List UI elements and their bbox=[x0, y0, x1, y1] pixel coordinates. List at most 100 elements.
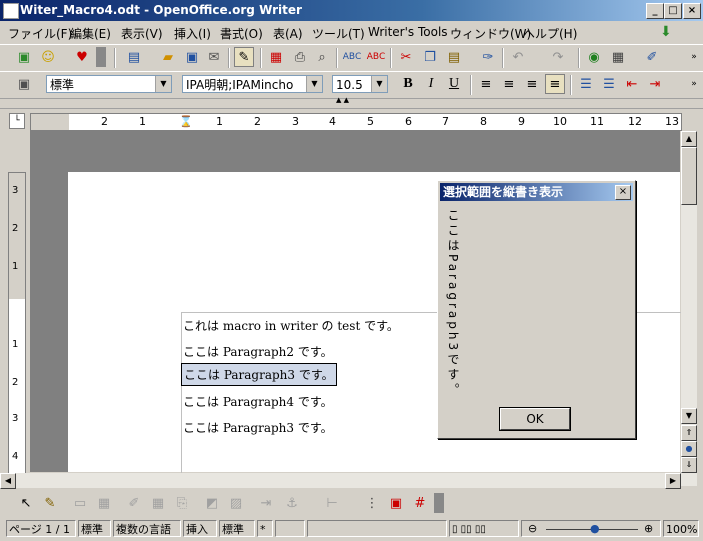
grid-icon[interactable]: ⋮ bbox=[362, 493, 382, 513]
menu-view[interactable]: 表示(V) bbox=[121, 25, 163, 42]
underline-button[interactable]: U bbox=[444, 74, 464, 94]
guides-icon[interactable]: # bbox=[410, 493, 430, 513]
bring-front-icon[interactable]: ⇥ bbox=[256, 493, 276, 513]
menu-file[interactable]: ファイル(F) bbox=[8, 25, 72, 42]
align-objects-icon[interactable]: ⊢ bbox=[322, 493, 342, 513]
helplines-icon[interactable]: ▣ bbox=[386, 493, 406, 513]
dialog-close-icon[interactable]: × bbox=[615, 185, 631, 200]
menu-writers-tools[interactable]: Writer's Tools bbox=[368, 25, 448, 39]
paragraph-5[interactable]: ここは Paragraph3 です。 bbox=[183, 419, 333, 436]
redo-icon[interactable]: ↷ bbox=[548, 47, 568, 67]
decrease-indent-icon[interactable]: ⇤ bbox=[622, 74, 642, 94]
zoom-in-icon[interactable]: ⊕ bbox=[644, 521, 653, 536]
autospell-icon[interactable]: ABC bbox=[366, 47, 386, 67]
link-icon[interactable]: ⎘ bbox=[172, 493, 192, 513]
scroll-thumb[interactable] bbox=[681, 147, 697, 205]
chevron-down-icon[interactable]: ▼ bbox=[155, 76, 171, 92]
paragraph-1[interactable]: これは macro in writer の test です。 bbox=[183, 317, 399, 334]
draw-functions-icon[interactable]: ✐ bbox=[642, 47, 662, 67]
collapse-icon[interactable]: ▲ ▲ bbox=[336, 96, 349, 104]
table-icon[interactable]: ▦ bbox=[608, 47, 628, 67]
paragraph-3-selected[interactable]: ここは Paragraph3 です。 bbox=[181, 363, 337, 386]
table-icon[interactable]: ▦ bbox=[148, 493, 168, 513]
next-page-icon[interactable]: ⇓ bbox=[681, 457, 697, 473]
bold-button[interactable]: B bbox=[398, 74, 418, 94]
chevron-down-icon[interactable]: ▼ bbox=[306, 76, 322, 92]
increase-indent-icon[interactable]: ⇥ bbox=[645, 74, 665, 94]
prev-page-icon[interactable]: ⇑ bbox=[681, 425, 697, 441]
zoom-thumb[interactable]: ● bbox=[590, 521, 600, 536]
toolbar-overflow-icon[interactable]: » bbox=[684, 74, 703, 94]
status-zoom[interactable]: 100% bbox=[663, 520, 699, 537]
tab-stop-selector[interactable]: └ bbox=[9, 113, 25, 129]
toolbar-overflow-icon[interactable]: » bbox=[684, 47, 703, 67]
zoom-out-icon[interactable]: ⊖ bbox=[528, 521, 537, 536]
menu-insert[interactable]: 挿入(I) bbox=[174, 25, 211, 42]
navigation-icon[interactable]: ● bbox=[681, 441, 697, 457]
menu-help[interactable]: ヘルプ(H) bbox=[523, 25, 577, 42]
size-combo[interactable]: 10.5 ▼ bbox=[332, 75, 388, 93]
pdf-icon[interactable]: ▦ bbox=[266, 47, 286, 67]
close-button[interactable]: × bbox=[683, 3, 701, 19]
clone-format-icon[interactable]: ✑ bbox=[478, 47, 498, 67]
paragraph-2[interactable]: ここは Paragraph2 です。 bbox=[183, 343, 333, 360]
indent-marker-icon[interactable]: ⌛ bbox=[179, 115, 193, 128]
new-icon[interactable]: ▤ bbox=[124, 47, 144, 67]
wrap-icon[interactable]: ▦ bbox=[94, 493, 114, 513]
menu-tools[interactable]: ツール(T) bbox=[312, 25, 365, 42]
view-layout-icon[interactable]: ▯ ▯▯ ▯▯ bbox=[449, 520, 519, 537]
maximize-button[interactable]: □ bbox=[664, 3, 682, 19]
copy-icon[interactable]: ❐ bbox=[420, 47, 440, 67]
spellcheck-icon[interactable]: ABC bbox=[342, 47, 362, 67]
status-language[interactable]: 複数の言語 bbox=[113, 520, 181, 537]
styles-icon[interactable]: ▣ bbox=[14, 74, 34, 94]
paragraph-4[interactable]: ここは Paragraph4 です。 bbox=[183, 393, 333, 410]
edit-mode-icon[interactable]: ✎ bbox=[234, 47, 254, 67]
font-combo[interactable]: IPA明朝;IPAMincho ▼ bbox=[182, 75, 323, 93]
image-icon[interactable]: ▨ bbox=[226, 493, 246, 513]
numbering-icon[interactable]: ☰ bbox=[576, 74, 596, 94]
email-icon[interactable]: ✉ bbox=[204, 47, 224, 67]
align-right-icon[interactable]: ≡ bbox=[522, 74, 542, 94]
frame-icon[interactable]: ▭ bbox=[70, 493, 90, 513]
undo-icon[interactable]: ↶ bbox=[508, 47, 528, 67]
bullets-icon[interactable]: ☰ bbox=[599, 74, 619, 94]
cut-icon[interactable]: ✂ bbox=[396, 47, 416, 67]
menu-edit[interactable]: 編集(E) bbox=[70, 25, 111, 42]
open-icon[interactable]: ▰ bbox=[158, 47, 178, 67]
vertical-scrollbar[interactable]: ▲ ▼ ⇑ ● ⇓ bbox=[681, 131, 697, 486]
align-left-icon[interactable]: ≡ bbox=[476, 74, 496, 94]
toolbar-handle[interactable] bbox=[96, 47, 106, 67]
align-center-icon[interactable]: ≡ bbox=[499, 74, 519, 94]
horizontal-scrollbar[interactable]: ◀ ▶ bbox=[0, 473, 681, 489]
print-icon[interactable]: ⎙ bbox=[290, 47, 310, 67]
navigator-icon[interactable]: ◉ bbox=[584, 47, 604, 67]
menu-table[interactable]: 表(A) bbox=[273, 25, 303, 42]
graphic-icon[interactable]: ◩ bbox=[202, 493, 222, 513]
italic-button[interactable]: I bbox=[421, 74, 441, 94]
chevron-down-icon[interactable]: ▼ bbox=[371, 76, 387, 92]
horizontal-ruler[interactable]: 2 1 ⌛ 1 2 3 4 5 6 7 8 9 10 11 12 13 bbox=[30, 113, 682, 131]
status-insert-mode[interactable]: 挿入 bbox=[183, 520, 217, 537]
zoom-slider[interactable]: ⊖ ● ⊕ bbox=[521, 520, 661, 537]
save-icon[interactable]: ▣ bbox=[182, 47, 202, 67]
update-icon[interactable]: ⬇ bbox=[660, 24, 672, 40]
heart-icon[interactable]: ♥ bbox=[72, 47, 92, 67]
anchor-icon[interactable]: ⚓ bbox=[282, 493, 302, 513]
draw-tool-icon[interactable]: ✎ bbox=[40, 493, 60, 513]
minimize-button[interactable]: _ bbox=[646, 3, 664, 19]
style-combo[interactable]: 標準 ▼ bbox=[46, 75, 172, 93]
scroll-right-icon[interactable]: ▶ bbox=[665, 473, 681, 489]
justify-icon[interactable]: ≡ bbox=[545, 74, 565, 94]
scroll-up-icon[interactable]: ▲ bbox=[681, 131, 697, 147]
print-preview-icon[interactable]: ⌕ bbox=[312, 47, 332, 67]
scroll-left-icon[interactable]: ◀ bbox=[0, 473, 16, 489]
new-document-icon[interactable]: ▣ bbox=[14, 47, 34, 67]
select-icon[interactable]: ↖ bbox=[16, 493, 36, 513]
menu-window[interactable]: ウィンドウ(W) bbox=[450, 25, 531, 42]
scroll-down-icon[interactable]: ▼ bbox=[681, 408, 697, 424]
toolbar-handle[interactable] bbox=[434, 493, 444, 513]
status-selection-mode[interactable]: 標準 bbox=[219, 520, 255, 537]
vertical-ruler[interactable]: 3 2 1 1 2 3 4 bbox=[8, 172, 26, 474]
menu-format[interactable]: 書式(O) bbox=[220, 25, 263, 42]
